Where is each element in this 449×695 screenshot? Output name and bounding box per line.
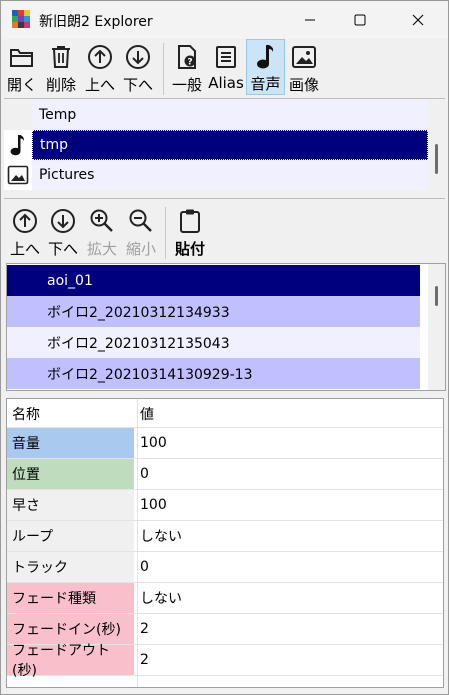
grid-right-border <box>443 399 444 688</box>
folder-item-pictures[interactable]: Pictures <box>32 160 428 190</box>
file-down-button[interactable]: 下へ <box>45 203 81 259</box>
file-list-scrollbar[interactable] <box>428 264 445 390</box>
property-row-fade-out[interactable]: フェードアウト(秒) 2 <box>7 643 443 679</box>
property-name: ループ <box>7 521 134 551</box>
main-toolbar: 開く 削除 上へ 下へ ? 一般 Alias 音声 画像 <box>1 39 448 97</box>
property-value[interactable]: 2 <box>140 614 149 644</box>
close-icon <box>412 14 424 26</box>
folder-list: Temp tmp Pictures <box>4 98 445 199</box>
window-title: 新旧朗2 Explorer <box>39 14 153 30</box>
arrow-up-circle-icon <box>86 43 114 71</box>
property-row-loop[interactable]: ループ しない <box>7 521 443 552</box>
music-note-icon <box>252 44 280 70</box>
app-window: 新旧朗2 Explorer 開く 削除 上へ 下へ ? 一般 Alias 音声 … <box>0 0 449 695</box>
property-row-position[interactable]: 位置 0 <box>7 459 443 490</box>
column-header-value: 値 <box>140 406 154 423</box>
folder-item-label: tmp <box>40 137 69 153</box>
file-item-label: ボイロ2_20210312134933 <box>47 304 230 321</box>
property-value[interactable]: しない <box>140 521 182 551</box>
file-item[interactable]: ボイロ2_20210314130929-13 <box>7 358 420 389</box>
property-name: トラック <box>7 552 134 582</box>
grid-header: 名称 値 <box>7 399 443 428</box>
folder-item-label: Temp <box>39 107 77 123</box>
folder-icon <box>8 43 36 71</box>
property-grid: 名称 値 音量 100 位置 0 早さ 100 ループ しない トラック 0 フ… <box>6 398 444 688</box>
zoom-in-button[interactable]: 拡大 <box>84 203 120 259</box>
svg-text:?: ? <box>187 58 192 68</box>
column-header-name: 名称 <box>12 406 40 423</box>
image-icon <box>4 160 32 190</box>
zoom-in-icon <box>88 207 116 235</box>
minimize-icon <box>305 19 315 21</box>
list-document-icon <box>212 43 240 71</box>
zoom-out-button[interactable]: 縮小 <box>123 203 159 259</box>
file-item[interactable]: aoi_01 <box>7 265 420 296</box>
property-row-fade-type[interactable]: フェード種類 しない <box>7 583 443 614</box>
close-button[interactable] <box>395 1 441 39</box>
file-item-label: ボイロ2_20210312135043 <box>47 335 230 352</box>
file-item-label: aoi_01 <box>47 272 93 289</box>
audio-button[interactable]: 音声 <box>246 39 285 95</box>
property-value[interactable]: しない <box>140 583 182 613</box>
scrollbar-thumb[interactable] <box>435 286 438 306</box>
folder-list-scrollbar[interactable] <box>428 99 445 198</box>
clipboard-icon <box>176 207 204 235</box>
file-item[interactable]: ボイロ2_20210312135043 <box>7 327 420 358</box>
toolbar-separator <box>163 43 164 95</box>
toolbar-separator <box>165 207 166 259</box>
image-button[interactable]: 画像 <box>286 39 322 95</box>
property-name: 早さ <box>7 490 134 520</box>
folder-item-temp[interactable]: Temp <box>32 100 428 130</box>
alias-button[interactable]: Alias <box>207 39 245 92</box>
property-value[interactable]: 0 <box>140 552 149 582</box>
file-up-button[interactable]: 上へ <box>7 203 43 259</box>
property-row-track[interactable]: トラック 0 <box>7 552 443 583</box>
trash-icon <box>47 43 75 71</box>
move-up-button[interactable]: 上へ <box>82 39 118 95</box>
property-row-speed[interactable]: 早さ 100 <box>7 490 443 521</box>
image-icon <box>290 43 318 71</box>
app-logo-icon <box>12 10 30 28</box>
property-value[interactable]: 100 <box>140 490 167 520</box>
paste-button[interactable]: 貼付 <box>172 203 208 259</box>
zoom-out-icon <box>127 207 155 235</box>
folder-item-label: Pictures <box>39 167 95 183</box>
file-toolbar: 上へ 下へ 拡大 縮小 貼付 <box>1 203 448 261</box>
scrollbar-thumb[interactable] <box>435 144 438 174</box>
property-row-volume[interactable]: 音量 100 <box>7 428 443 459</box>
title-bar: 新旧朗2 Explorer <box>1 1 448 39</box>
property-name: フェード種類 <box>7 583 134 613</box>
file-item-label: ボイロ2_20210314130929-13 <box>47 366 253 383</box>
file-list: aoi_01 ボイロ2_20210312134933 ボイロ2_20210312… <box>6 263 446 391</box>
folder-item-tmp[interactable]: tmp <box>32 130 428 160</box>
property-name: 位置 <box>7 459 134 489</box>
move-down-button[interactable]: 下へ <box>120 39 156 95</box>
general-button[interactable]: ? 一般 <box>169 39 205 95</box>
arrow-up-circle-icon <box>11 207 39 235</box>
arrow-down-circle-icon <box>49 207 77 235</box>
property-value[interactable]: 2 <box>140 645 149 675</box>
minimize-button[interactable] <box>287 1 333 39</box>
document-question-icon: ? <box>173 43 201 71</box>
file-item[interactable]: ボイロ2_20210312134933 <box>7 296 420 327</box>
arrow-down-circle-icon <box>124 43 152 71</box>
maximize-icon <box>354 14 366 26</box>
open-button[interactable]: 開く <box>6 39 38 95</box>
music-note-icon <box>4 130 32 160</box>
property-name: 音量 <box>7 428 134 458</box>
property-value[interactable]: 100 <box>140 428 167 458</box>
delete-button[interactable]: 削除 <box>43 39 79 95</box>
property-name: フェードアウト(秒) <box>7 643 134 679</box>
maximize-button[interactable] <box>337 1 383 39</box>
property-value[interactable]: 0 <box>140 459 149 489</box>
